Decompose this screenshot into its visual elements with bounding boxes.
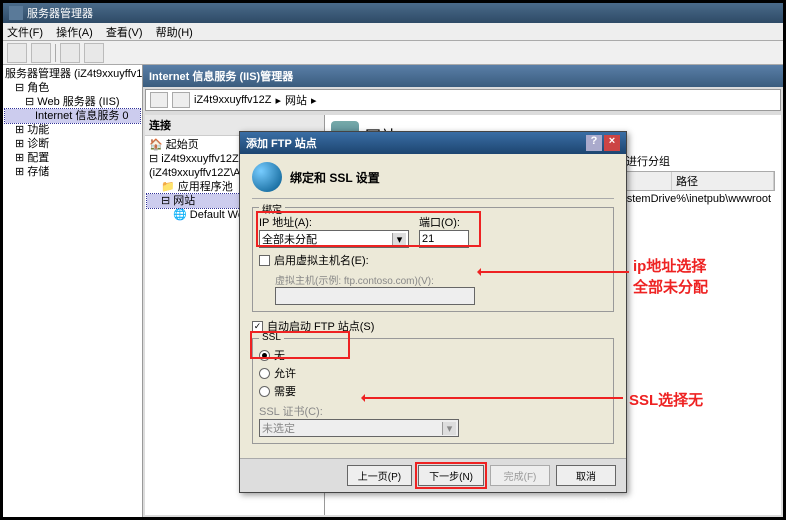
ssl-allow-radio[interactable] — [259, 368, 270, 379]
bc-sites[interactable]: 网站 — [285, 92, 307, 108]
vhost-checkbox[interactable] — [259, 255, 270, 266]
close-icon[interactable]: × — [604, 135, 620, 151]
tree-storage[interactable]: ⊞ 存储 — [5, 165, 140, 179]
autostart-checkbox[interactable]: ✓ — [252, 321, 263, 332]
ssl-cert-label: SSL 证书(C): — [259, 403, 459, 419]
next-button[interactable]: 下一步(N) — [418, 465, 484, 486]
ip-label: IP 地址(A): — [259, 214, 409, 230]
vhost-input — [275, 287, 475, 305]
bc-host[interactable]: iZ4t9xxuyffv12Z — [194, 94, 271, 106]
port-input[interactable]: 21 — [419, 230, 469, 248]
vhost-label: 启用虚拟主机名(E): — [274, 252, 369, 268]
tree-roles[interactable]: ⊟ 角色 — [5, 81, 140, 95]
port-label: 端口(O): — [419, 214, 469, 230]
ip-dropdown[interactable]: 全部未分配▾ — [259, 230, 409, 248]
chevron-down-icon: ▾ — [392, 233, 406, 246]
chevron-right-icon: ▸ — [311, 94, 317, 107]
menu-file[interactable]: 文件(F) — [7, 27, 43, 39]
chevron-right-icon: ▸ — [275, 94, 281, 107]
tree-diagnostics[interactable]: ⊞ 诊断 — [5, 137, 140, 151]
tree-iis[interactable]: Internet 信息服务 0 — [5, 109, 140, 123]
tree-webserver[interactable]: ⊟ Web 服务器 (IIS) — [5, 95, 140, 109]
chevron-down-icon: ▾ — [442, 422, 456, 435]
dialog-help-icon[interactable]: ? — [586, 135, 602, 151]
ssl-require-radio[interactable] — [259, 386, 270, 397]
help-icon[interactable] — [84, 43, 104, 63]
add-ftp-dialog: 添加 FTP 站点 ? × 绑定和 SSL 设置 绑定 IP 地址(A): 全部… — [239, 131, 627, 493]
bc-back-icon[interactable] — [150, 92, 168, 108]
menu-help[interactable]: 帮助(H) — [156, 27, 193, 39]
nav-back-icon[interactable] — [7, 43, 27, 63]
prev-button[interactable]: 上一页(P) — [347, 465, 412, 486]
binding-group: 绑定 IP 地址(A): 全部未分配▾ 端口(O): 21 — [252, 207, 614, 312]
cancel-button[interactable]: 取消 — [556, 465, 616, 486]
window-titlebar: 服务器管理器 — [3, 3, 783, 23]
dialog-heading: 绑定和 SSL 设置 — [290, 169, 380, 186]
bc-fwd-icon[interactable] — [172, 92, 190, 108]
app-icon — [9, 6, 23, 20]
menu-view[interactable]: 查看(V) — [106, 27, 143, 39]
tree-features[interactable]: ⊞ 功能 — [5, 123, 140, 137]
server-tree[interactable]: 服务器管理器 (iZ4t9xxuyffv12 ⊟ 角色 ⊟ Web 服务器 (I… — [3, 65, 143, 517]
menu-action[interactable]: 操作(A) — [56, 27, 93, 39]
toolbar — [3, 41, 783, 65]
ssl-cert-dropdown: 未选定▾ — [259, 419, 459, 437]
refresh-icon[interactable] — [60, 43, 80, 63]
iis-titlebar: Internet 信息服务 (IIS)管理器 — [143, 65, 783, 87]
vhost-example: 虚拟主机(示例: ftp.contoso.com)(V): — [259, 272, 607, 287]
dialog-title: 添加 FTP 站点 — [246, 135, 317, 151]
ssl-none-radio[interactable] — [259, 350, 270, 361]
tree-root[interactable]: 服务器管理器 (iZ4t9xxuyffv12 — [5, 67, 140, 81]
nav-forward-icon[interactable] — [31, 43, 51, 63]
ssl-group: SSL 无 允许 需要 SSL 证书(C): 未选定▾ — [252, 338, 614, 444]
window-title: 服务器管理器 — [27, 5, 93, 21]
tree-config[interactable]: ⊞ 配置 — [5, 151, 140, 165]
breadcrumb[interactable]: iZ4t9xxuyffv12Z ▸ 网站 ▸ — [145, 89, 781, 111]
globe-icon — [252, 162, 282, 192]
menubar[interactable]: 文件(F) 操作(A) 查看(V) 帮助(H) — [3, 23, 783, 41]
finish-button: 完成(F) — [490, 465, 550, 486]
